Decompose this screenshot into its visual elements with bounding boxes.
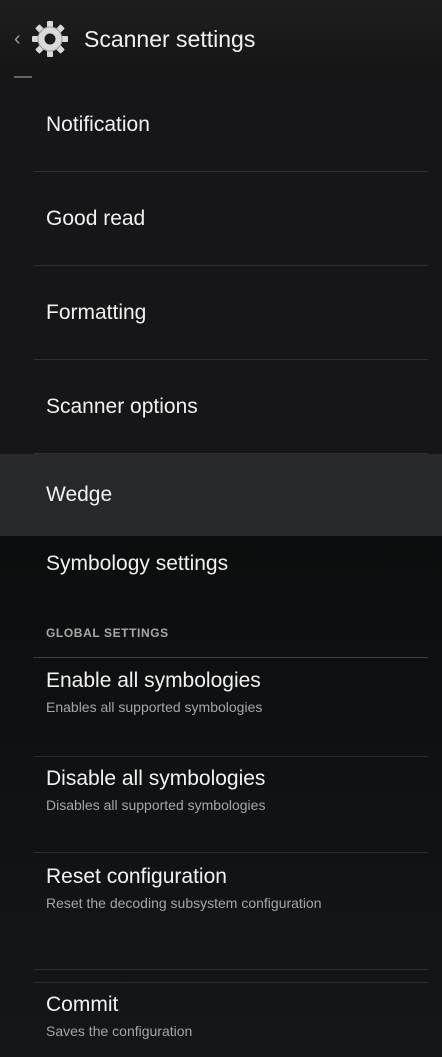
category-scanner-options[interactable]: Scanner options bbox=[0, 360, 442, 454]
section-title: Symbology settings bbox=[46, 552, 229, 575]
pref-title: Reset configuration bbox=[46, 865, 227, 888]
pref-summary: Disables all supported symbologies bbox=[46, 797, 266, 813]
divider bbox=[34, 982, 428, 983]
pref-summary: Reset the decoding subsystem configurati… bbox=[46, 895, 322, 911]
category-label: Good read bbox=[46, 207, 146, 230]
group-header: GLOBAL SETTINGS bbox=[46, 626, 169, 640]
divider bbox=[34, 969, 428, 970]
category-wedge[interactable]: Wedge bbox=[0, 454, 442, 536]
chevron-left-icon: ‹ bbox=[14, 28, 21, 50]
pref-commit[interactable]: Commit Saves the configuration bbox=[34, 992, 428, 1040]
action-bar: ‹ Scanner settings bbox=[0, 0, 442, 78]
category-label: Formatting bbox=[46, 301, 147, 324]
pref-disable-all-symbologies[interactable]: Disable all symbologies Disables all sup… bbox=[34, 766, 428, 814]
pref-summary: Enables all supported symbologies bbox=[46, 699, 263, 715]
pref-title: Enable all symbologies bbox=[46, 669, 261, 692]
category-label: Notification bbox=[46, 113, 150, 136]
pref-title: Disable all symbologies bbox=[46, 767, 266, 790]
scanner-settings-screen: ‹ Scanner settings Notification Good rea… bbox=[0, 0, 442, 1057]
gear-icon bbox=[28, 17, 72, 61]
pref-summary: Saves the configuration bbox=[46, 1023, 193, 1039]
category-notification[interactable]: Notification bbox=[0, 78, 442, 172]
divider bbox=[34, 756, 428, 757]
category-label: Scanner options bbox=[46, 395, 198, 418]
category-formatting[interactable]: Formatting bbox=[0, 266, 442, 360]
pref-title: Commit bbox=[46, 993, 119, 1016]
action-bar-title: Scanner settings bbox=[84, 25, 256, 52]
category-good-read[interactable]: Good read bbox=[0, 172, 442, 266]
divider bbox=[34, 852, 428, 853]
pref-enable-all-symbologies[interactable]: Enable all symbologies Enables all suppo… bbox=[34, 668, 428, 716]
category-label: Wedge bbox=[46, 483, 113, 506]
group-divider bbox=[34, 657, 428, 658]
up-button[interactable]: ‹ bbox=[0, 0, 72, 78]
pref-reset-configuration[interactable]: Reset configuration Reset the decoding s… bbox=[34, 864, 428, 912]
